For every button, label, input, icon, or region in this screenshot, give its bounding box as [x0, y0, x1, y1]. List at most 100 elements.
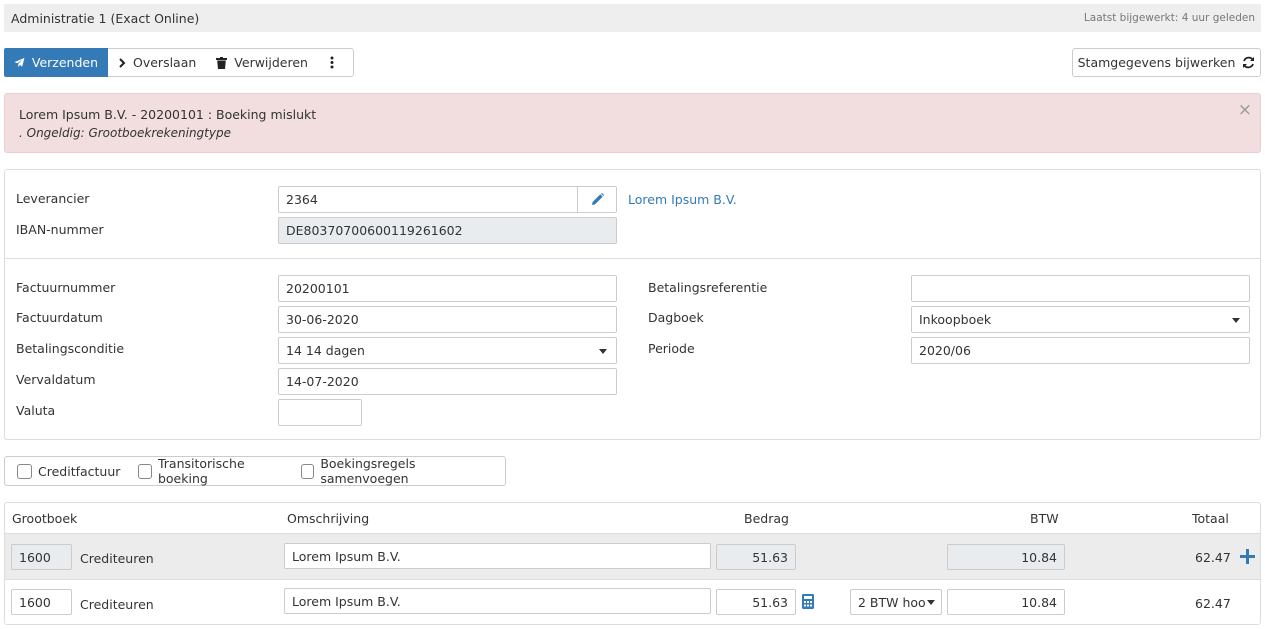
betalingsconditie-label: Betalingsconditie — [16, 341, 125, 356]
vervaldatum-label: Vervaldatum — [16, 372, 96, 387]
factuurdatum-label: Factuurdatum — [16, 310, 103, 325]
btw-cell: 10.84 — [947, 544, 1065, 570]
panel-divider — [5, 258, 1260, 259]
grootboek-code-cell: 1600 — [11, 544, 72, 570]
alert-title: Lorem Ipsum B.V. - 20200101 : Boeking mi… — [19, 107, 317, 122]
chevron-right-icon — [119, 57, 126, 68]
omschrijving-value: Lorem Ipsum B.V. — [292, 593, 401, 609]
dagboek-value: Inkoopboek — [919, 312, 992, 327]
creditfactuur-checkbox[interactable]: Creditfactuur — [17, 463, 121, 479]
omschrijving-value: Lorem Ipsum B.V. — [292, 548, 401, 564]
checkbox-box[interactable] — [17, 463, 32, 479]
action-button-group: Verzenden Overslaan Verwijderen — [4, 48, 354, 77]
grootboek-code-input[interactable]: 1600 — [11, 589, 72, 615]
refresh-button-label: Stamgegevens bijwerken — [1077, 55, 1236, 70]
skip-button-label: Overslaan — [133, 55, 197, 70]
caret-down-icon — [927, 600, 935, 605]
betalingsconditie-select[interactable]: 14 14 dagen — [278, 337, 617, 364]
totaal-value: 62.47 — [1195, 550, 1231, 565]
checkbox-box[interactable] — [300, 463, 315, 479]
caret-down-icon — [1232, 318, 1240, 323]
periode-label: Periode — [648, 341, 695, 356]
grootboek-code-value: 1600 — [19, 594, 51, 610]
close-icon[interactable]: × — [1238, 100, 1252, 120]
btw-value: 10.84 — [1021, 549, 1057, 565]
pencil-icon — [591, 193, 604, 205]
header-bedrag: Bedrag — [744, 511, 789, 526]
refresh-master-data-button[interactable]: Stamgegevens bijwerken — [1072, 48, 1261, 77]
leverancier-input[interactable]: 2364 — [278, 186, 617, 213]
alert-message: . Ongeldig: Grootboekrekeningtype — [19, 126, 231, 140]
administration-title: Administratie 1 (Exact Online) — [11, 11, 200, 26]
iban-input: DE80370700600119261602 — [278, 217, 617, 244]
btw-code-select[interactable]: 2 BTW hoog — [850, 589, 942, 615]
invoice-form-panel: Leverancier 2364 Lorem Ipsum B.V. IBAN-n… — [4, 169, 1261, 440]
samenvoegen-checkbox[interactable]: Boekingsregels samenvoegen — [300, 456, 487, 486]
leverancier-label: Leverancier — [16, 191, 90, 206]
paper-plane-icon — [14, 57, 25, 68]
dagboek-select[interactable]: Inkoopboek — [911, 306, 1250, 333]
betalingsconditie-value: 14 14 dagen — [286, 343, 365, 358]
iban-value: DE80370700600119261602 — [286, 223, 463, 238]
creditfactuur-label: Creditfactuur — [38, 463, 121, 479]
samenvoegen-label: Boekingsregels samenvoegen — [320, 456, 416, 486]
factuurdatum-input[interactable]: 30-06-2020 — [278, 306, 617, 333]
plus-icon[interactable] — [1240, 549, 1255, 564]
bedrag-value: 51.63 — [752, 549, 788, 565]
send-button[interactable]: Verzenden — [4, 48, 108, 77]
leverancier-value: 2364 — [286, 192, 318, 207]
bedrag-input[interactable]: 51.63 — [716, 589, 796, 615]
btw-input[interactable]: 10.84 — [947, 589, 1065, 615]
error-alert: Lorem Ipsum B.V. - 20200101 : Boeking mi… — [4, 93, 1261, 153]
supplier-name-link[interactable]: Lorem Ipsum B.V. — [628, 192, 737, 207]
last-updated-text: Laatst bijgewerkt: 4 uur geleden — [1083, 12, 1255, 24]
bedrag-value: 51.63 — [752, 594, 788, 610]
dagboek-label: Dagboek — [648, 310, 704, 325]
table-row: 1600 Crediteuren Lorem Ipsum B.V. 51.63 … — [5, 533, 1260, 580]
factuurnummer-input[interactable]: 20200101 — [278, 275, 617, 302]
refresh-icon — [1243, 56, 1255, 69]
caret-down-icon — [599, 349, 607, 354]
grootboek-name: Crediteuren — [80, 597, 154, 612]
more-options-button[interactable] — [318, 49, 353, 76]
grootboek-name: Crediteuren — [80, 551, 154, 566]
factuurnummer-value: 20200101 — [286, 281, 350, 296]
skip-button[interactable]: Overslaan — [108, 49, 206, 76]
delete-button[interactable]: Verwijderen — [206, 49, 318, 76]
periode-value: 2020/06 — [919, 343, 971, 358]
factuurnummer-label: Factuurnummer — [16, 280, 116, 295]
transitorische-checkbox[interactable]: Transitorische boeking — [138, 456, 282, 486]
omschrijving-input[interactable]: Lorem Ipsum B.V. — [284, 588, 711, 614]
table-row: 1600 Crediteuren Lorem Ipsum B.V. 51.63 … — [5, 580, 1260, 624]
btw-value: 10.84 — [1021, 594, 1057, 610]
edit-supplier-button[interactable] — [577, 187, 616, 212]
iban-label: IBAN-nummer — [16, 222, 104, 237]
omschrijving-input[interactable]: Lorem Ipsum B.V. — [284, 543, 711, 569]
vervaldatum-input[interactable]: 14-07-2020 — [278, 368, 617, 395]
bedrag-cell: 51.63 — [716, 544, 796, 570]
transitorische-label: Transitorische boeking — [157, 456, 245, 486]
grootboek-code-value: 1600 — [19, 549, 51, 565]
valuta-input[interactable] — [278, 399, 362, 426]
factuurdatum-value: 30-06-2020 — [286, 312, 359, 327]
periode-input[interactable]: 2020/06 — [911, 337, 1250, 364]
betalingsreferentie-label: Betalingsreferentie — [648, 280, 768, 295]
booking-lines-table: Grootboek Omschrijving Bedrag BTW Totaal… — [4, 502, 1261, 625]
checkbox-box[interactable] — [138, 463, 152, 479]
calculator-icon[interactable] — [802, 594, 814, 609]
header-bar: Administratie 1 (Exact Online) Laatst bi… — [4, 4, 1261, 32]
btw-code-value: 2 BTW hoog — [858, 594, 925, 610]
send-button-label: Verzenden — [31, 55, 98, 70]
header-grootboek: Grootboek — [12, 511, 78, 526]
betalingsreferentie-input[interactable] — [911, 275, 1250, 302]
valuta-label: Valuta — [16, 403, 56, 418]
header-omschrijving: Omschrijving — [287, 511, 370, 526]
vertical-dots-icon — [330, 56, 334, 69]
booking-options: Creditfactuur Transitorische boeking Boe… — [4, 456, 506, 486]
header-totaal: Totaal — [1192, 511, 1229, 526]
vervaldatum-value: 14-07-2020 — [286, 374, 359, 389]
trash-icon — [216, 56, 228, 69]
totaal-value: 62.47 — [1195, 596, 1231, 611]
header-btw: BTW — [1030, 511, 1059, 526]
delete-button-label: Verwijderen — [234, 55, 308, 70]
